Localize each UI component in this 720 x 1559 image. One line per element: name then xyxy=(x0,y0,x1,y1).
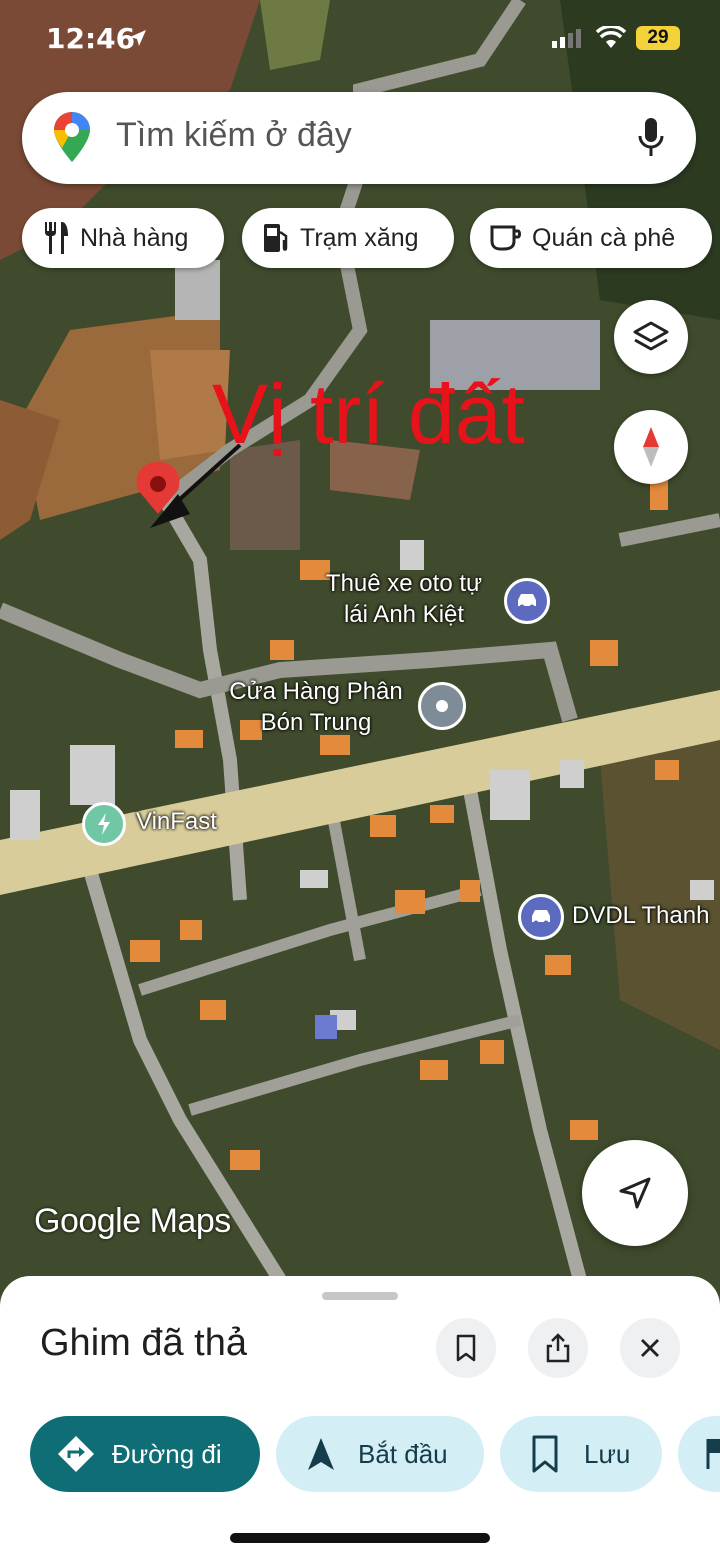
flag-icon xyxy=(706,1439,720,1469)
coffee-icon xyxy=(490,225,521,251)
place-label-car-rental-anh-kiet[interactable]: Thuê xe oto tự lái Anh Kiệt xyxy=(306,568,502,630)
location-arrow-icon xyxy=(130,30,146,46)
ev-charging-icon[interactable] xyxy=(82,802,126,846)
google-maps-logo-icon xyxy=(54,112,90,162)
my-location-button[interactable] xyxy=(582,1140,688,1246)
directions-button[interactable]: Đường đi xyxy=(30,1416,260,1492)
chip-coffee[interactable]: Quán cà phê xyxy=(470,208,712,268)
save-bookmark-button[interactable] xyxy=(436,1318,496,1378)
layers-button[interactable] xyxy=(614,300,688,374)
place-label-dvdl-thanh[interactable]: DVDL Thanh xyxy=(572,900,720,931)
more-actions-button[interactable] xyxy=(678,1416,720,1492)
restaurant-icon xyxy=(45,222,68,254)
place-bottom-sheet[interactable]: Ghim đã thả Đường đi Bắt đầu Lưu xyxy=(0,1276,720,1559)
chip-restaurants[interactable]: Nhà hàng xyxy=(22,208,224,268)
compass-button[interactable] xyxy=(614,410,688,484)
microphone-icon[interactable] xyxy=(636,116,666,160)
place-label-fertilizer-store[interactable]: Cửa Hàng Phân Bón Trung xyxy=(214,676,418,738)
google-maps-watermark: Google Maps xyxy=(34,1202,231,1240)
place-label-vinfast[interactable]: VinFast xyxy=(136,806,217,837)
directions-label: Đường đi xyxy=(112,1438,222,1469)
search-input[interactable]: Tìm kiếm ở đây xyxy=(116,116,352,155)
close-icon xyxy=(641,1339,659,1357)
car-rental-icon[interactable] xyxy=(504,578,550,624)
navigation-arrow-icon xyxy=(308,1438,334,1470)
bookmark-icon xyxy=(532,1435,558,1473)
status-bar: 12:46 29 xyxy=(0,0,720,80)
wifi-icon xyxy=(596,26,626,48)
cellular-signal-icon xyxy=(552,29,581,48)
gas-station-icon xyxy=(264,224,288,252)
car-rental-icon[interactable] xyxy=(518,894,564,940)
save-button[interactable]: Lưu xyxy=(500,1416,662,1492)
share-icon xyxy=(546,1333,570,1363)
close-button[interactable] xyxy=(620,1318,680,1378)
battery-indicator: 29 xyxy=(636,26,680,50)
sheet-drag-handle[interactable] xyxy=(322,1292,398,1300)
chip-gas-stations[interactable]: Trạm xăng xyxy=(242,208,454,268)
chip-label: Trạm xăng xyxy=(300,223,419,252)
start-button[interactable]: Bắt đầu xyxy=(276,1416,484,1492)
start-label: Bắt đầu xyxy=(358,1438,448,1469)
sheet-title: Ghim đã thả xyxy=(40,1322,247,1364)
share-button[interactable] xyxy=(528,1318,588,1378)
status-time: 12:46 xyxy=(46,22,136,55)
chip-label: Nhà hàng xyxy=(80,223,189,252)
bookmark-icon xyxy=(456,1334,476,1362)
search-bar[interactable]: Tìm kiếm ở đây xyxy=(22,92,696,184)
save-label: Lưu xyxy=(584,1438,631,1469)
navigation-arrow-icon xyxy=(619,1177,651,1209)
chip-label: Quán cà phê xyxy=(532,223,676,252)
compass-icon xyxy=(643,427,659,467)
layers-icon xyxy=(633,321,669,351)
land-location-annotation: Vị trí đất xyxy=(212,367,525,461)
home-indicator[interactable] xyxy=(230,1533,490,1543)
place-icon[interactable] xyxy=(418,682,466,730)
directions-icon xyxy=(58,1436,94,1472)
